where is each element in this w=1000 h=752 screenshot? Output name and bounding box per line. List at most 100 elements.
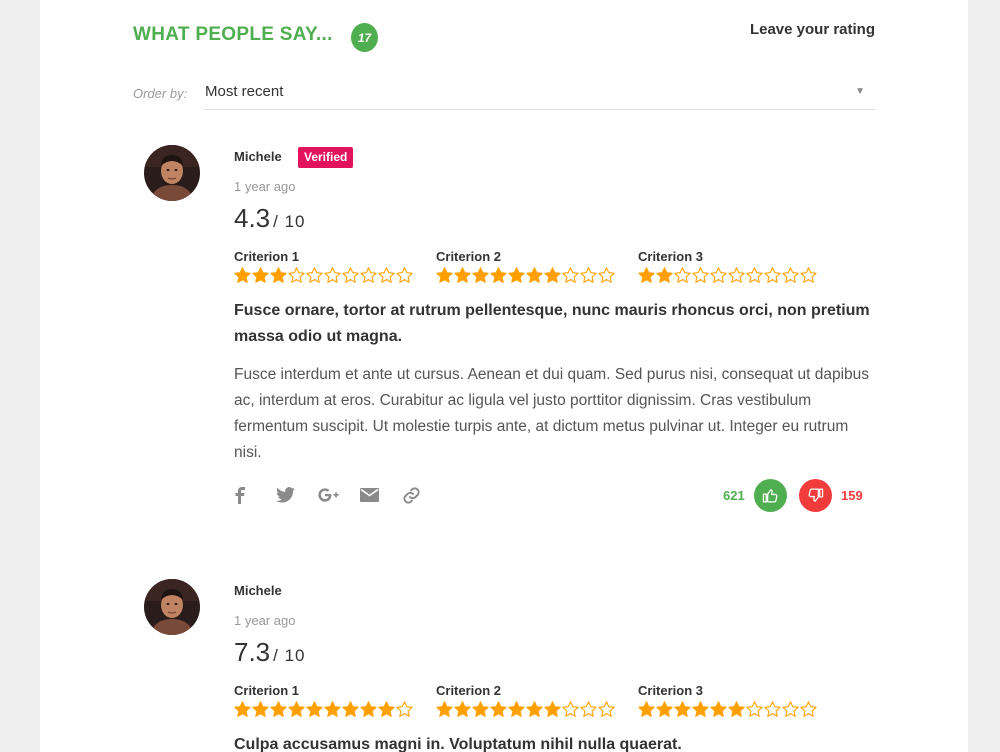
like-button[interactable]: [754, 479, 787, 512]
criterion-name: Criterion 2: [436, 249, 502, 264]
twitter-icon[interactable]: [276, 485, 318, 505]
star-rating: [436, 267, 615, 284]
order-by-label: Order by:: [133, 86, 188, 101]
star-empty-icon: [288, 267, 305, 283]
star-filled-icon: [692, 701, 709, 717]
email-icon[interactable]: [360, 485, 402, 505]
review-item: Michele 1 year ago 7.3/ 10 Criterion 1 C…: [40, 579, 968, 752]
star-empty-icon: [324, 267, 341, 283]
review-item: Michele Verified 1 year ago 4.3/ 10 Crit…: [40, 145, 968, 545]
star-filled-icon: [544, 701, 561, 717]
star-filled-icon: [526, 267, 543, 283]
criterion-name: Criterion 1: [234, 249, 300, 264]
star-filled-icon: [378, 701, 395, 717]
score-value: 7.3: [234, 637, 271, 667]
review-time: 1 year ago: [234, 179, 296, 194]
star-empty-icon: [580, 267, 597, 283]
star-filled-icon: [234, 267, 251, 283]
score-max: / 10: [273, 646, 306, 665]
criterion: Criterion 2: [436, 249, 615, 284]
facebook-icon[interactable]: [234, 485, 276, 505]
star-filled-icon: [472, 267, 489, 283]
star-filled-icon: [252, 267, 269, 283]
star-empty-icon: [674, 267, 691, 283]
criterion-name: Criterion 3: [638, 683, 704, 698]
chevron-down-icon: ▼: [855, 86, 865, 97]
criterion-name: Criterion 1: [234, 683, 300, 698]
leave-rating-link[interactable]: Leave your rating: [750, 21, 875, 38]
review-score: 4.3/ 10: [234, 203, 306, 234]
score-max: / 10: [273, 212, 306, 231]
star-empty-icon: [782, 267, 799, 283]
star-filled-icon: [508, 701, 525, 717]
star-rating: [436, 701, 615, 718]
criterion: Criterion 1: [234, 249, 413, 284]
share-bar: [234, 485, 444, 505]
star-empty-icon: [580, 701, 597, 717]
star-filled-icon: [454, 267, 471, 283]
star-filled-icon: [638, 267, 655, 283]
star-filled-icon: [526, 701, 543, 717]
star-filled-icon: [638, 701, 655, 717]
criterion: Criterion 1: [234, 683, 413, 718]
star-empty-icon: [396, 701, 413, 717]
review-author: Michele: [234, 583, 282, 598]
vote-controls: 621 159: [723, 479, 883, 512]
avatar: [144, 579, 200, 635]
criterion-name: Criterion 2: [436, 683, 502, 698]
star-rating: [234, 701, 413, 718]
star-rating: [234, 267, 413, 284]
like-count: 621: [723, 488, 745, 503]
star-empty-icon: [396, 267, 413, 283]
thumbs-down-icon: [808, 488, 824, 502]
star-empty-icon: [710, 267, 727, 283]
star-empty-icon: [342, 267, 359, 283]
star-rating: [638, 701, 817, 718]
verified-badge: Verified: [298, 147, 354, 168]
avatar: [144, 145, 200, 201]
star-empty-icon: [764, 267, 781, 283]
star-filled-icon: [270, 267, 287, 283]
google-plus-icon[interactable]: [318, 485, 360, 505]
criterion: Criterion 3: [638, 683, 817, 718]
star-filled-icon: [508, 267, 525, 283]
star-empty-icon: [746, 701, 763, 717]
star-empty-icon: [800, 701, 817, 717]
criterion-name: Criterion 3: [638, 249, 704, 264]
star-filled-icon: [656, 267, 673, 283]
reviews-panel: WHAT PEOPLE SAY... 17 Leave your rating …: [40, 0, 968, 752]
star-filled-icon: [306, 701, 323, 717]
star-empty-icon: [728, 267, 745, 283]
review-title: Culpa accusamus magni in. Voluptatum nih…: [234, 736, 682, 752]
star-empty-icon: [360, 267, 377, 283]
link-icon[interactable]: [402, 485, 444, 505]
star-empty-icon: [598, 701, 615, 717]
star-filled-icon: [436, 267, 453, 283]
star-filled-icon: [234, 701, 251, 717]
review-author: Michele: [234, 149, 282, 164]
star-filled-icon: [324, 701, 341, 717]
thumbs-up-icon: [762, 489, 778, 503]
dislike-count: 159: [841, 488, 863, 503]
star-empty-icon: [598, 267, 615, 283]
order-by-select[interactable]: Most recent ▼: [204, 78, 875, 110]
criterion: Criterion 2: [436, 683, 615, 718]
star-empty-icon: [764, 701, 781, 717]
star-filled-icon: [544, 267, 561, 283]
review-count-badge: 17: [351, 23, 378, 52]
star-empty-icon: [800, 267, 817, 283]
star-empty-icon: [692, 267, 709, 283]
review-body: Fusce interdum et ante ut cursus. Aenean…: [234, 366, 870, 461]
star-filled-icon: [436, 701, 453, 717]
star-filled-icon: [454, 701, 471, 717]
star-filled-icon: [472, 701, 489, 717]
score-value: 4.3: [234, 203, 271, 233]
star-empty-icon: [378, 267, 395, 283]
section-title: WHAT PEOPLE SAY...: [133, 24, 333, 45]
star-empty-icon: [746, 267, 763, 283]
star-empty-icon: [306, 267, 323, 283]
star-filled-icon: [490, 267, 507, 283]
star-rating: [638, 267, 817, 284]
dislike-button[interactable]: [799, 479, 832, 512]
star-empty-icon: [562, 267, 579, 283]
